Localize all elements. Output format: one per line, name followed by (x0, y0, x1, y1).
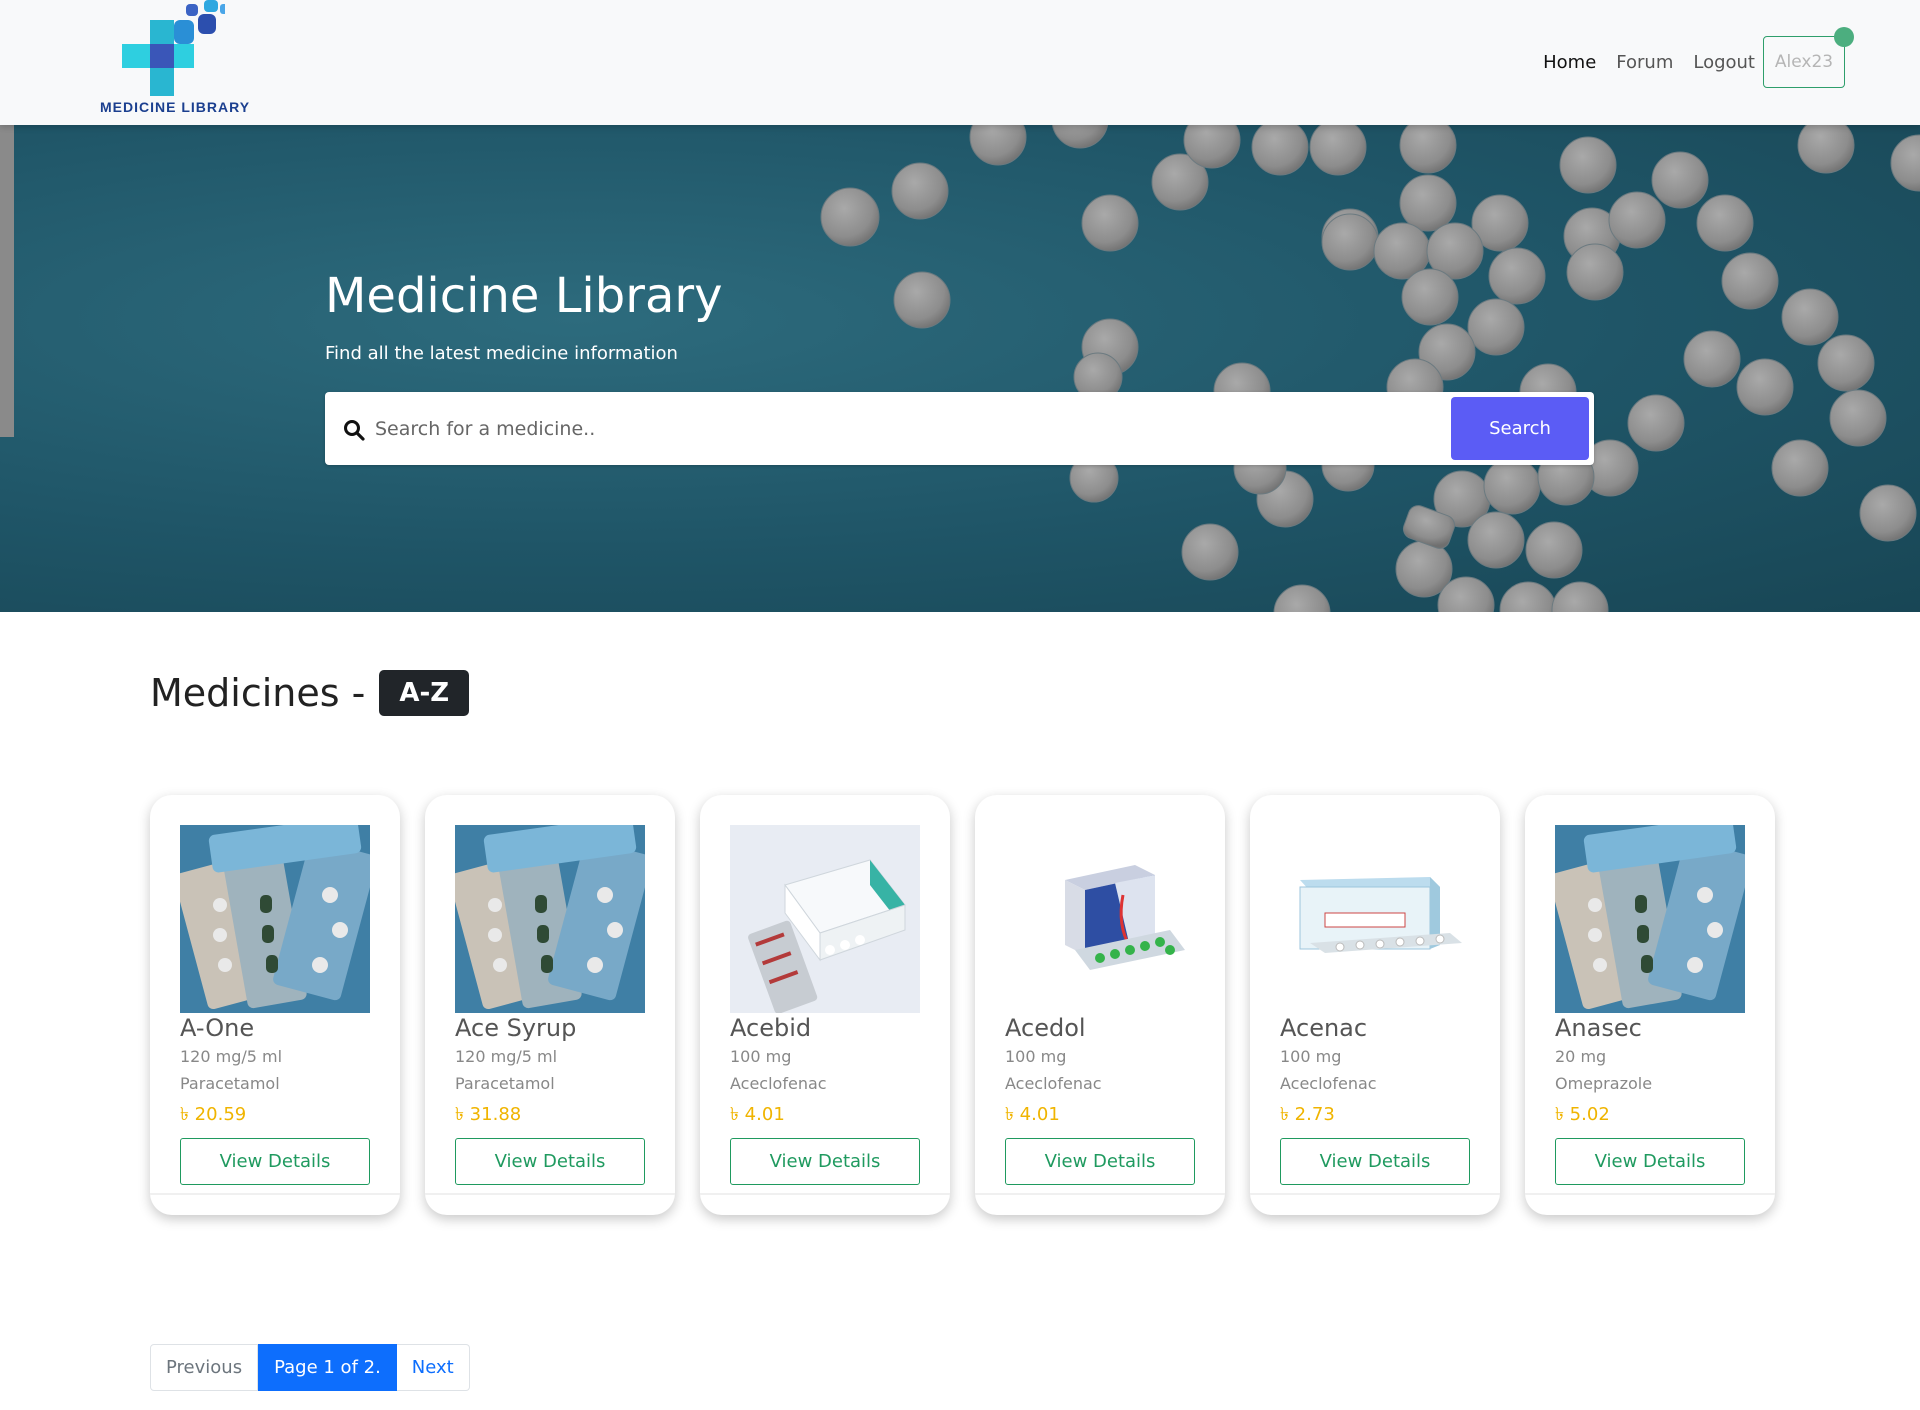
next-page-button[interactable]: Next (396, 1344, 470, 1391)
username-label: Alex23 (1774, 52, 1834, 72)
medicine-generic: Aceclofenac (730, 1074, 827, 1093)
medicine-name: A-One (180, 1014, 255, 1042)
nav-home[interactable]: Home (1543, 52, 1596, 73)
medicine-name: Acedol (1005, 1014, 1086, 1042)
view-details-button[interactable]: View Details (730, 1138, 920, 1185)
logo-text: MEDICINE LIBRARY (100, 99, 251, 115)
medicine-price: ৳ 2.73 (1280, 1104, 1335, 1125)
medicine-price: ৳ 20.59 (180, 1104, 247, 1125)
medicine-strength: 20 mg (1555, 1047, 1607, 1066)
medicine-name: Anasec (1555, 1014, 1642, 1042)
medicine-image (455, 825, 645, 1013)
navbar: MEDICINE LIBRARY Home Forum Logout Alex2… (0, 0, 1920, 125)
user-profile-button[interactable]: Alex23 (1763, 27, 1854, 88)
medicine-image (1280, 825, 1470, 1013)
medicine-card: Acedol 100 mg Aceclofenac ৳ 4.01 View De… (975, 795, 1225, 1215)
previous-page-button[interactable]: Previous (150, 1344, 259, 1391)
medicine-card: Ace Syrup 120 mg/5 ml Paracetamol ৳ 31.8… (425, 795, 675, 1215)
medicine-generic: Aceclofenac (1280, 1074, 1377, 1093)
current-page-indicator: Page 1 of 2. (258, 1344, 397, 1391)
nav-forum[interactable]: Forum (1616, 52, 1673, 73)
medicine-strength: 100 mg (1280, 1047, 1342, 1066)
medicine-name: Acenac (1280, 1014, 1368, 1042)
pills-background-image (820, 125, 1920, 612)
search-input[interactable] (373, 408, 1377, 450)
view-details-button[interactable]: View Details (180, 1138, 370, 1185)
medicine-image (730, 825, 920, 1013)
medicine-generic: Aceclofenac (1005, 1074, 1102, 1093)
card-divider (150, 1193, 400, 1195)
card-divider (700, 1193, 950, 1195)
hero-title: Medicine Library (325, 268, 723, 324)
card-divider (975, 1193, 1225, 1195)
medicine-price: ৳ 5.02 (1555, 1104, 1610, 1125)
card-divider (1250, 1193, 1500, 1195)
card-divider (1525, 1193, 1775, 1195)
section-title: Medicines - A-Z (150, 670, 470, 716)
az-badge: A-Z (379, 670, 470, 716)
medicine-strength: 100 mg (730, 1047, 792, 1066)
medicine-image (1555, 825, 1745, 1013)
hero-subtitle: Find all the latest medicine information (325, 343, 678, 364)
hero-scrollbar[interactable] (0, 125, 14, 437)
pagination: Previous Page 1 of 2. Next (150, 1344, 470, 1391)
online-status-dot (1834, 27, 1854, 47)
medicine-card-list: A-One 120 mg/5 ml Paracetamol ৳ 20.59 Vi… (150, 795, 1800, 1215)
medicine-price: ৳ 31.88 (455, 1104, 522, 1125)
view-details-button[interactable]: View Details (1280, 1138, 1470, 1185)
medicine-name: Acebid (730, 1014, 812, 1042)
search-button[interactable]: Search (1451, 397, 1589, 460)
card-divider (425, 1193, 675, 1195)
hero-banner: Medicine Library Find all the latest med… (0, 125, 1920, 612)
view-details-button[interactable]: View Details (1005, 1138, 1195, 1185)
medicine-card: Acebid 100 mg Aceclofenac ৳ 4.01 View De… (700, 795, 950, 1215)
view-details-button[interactable]: View Details (1555, 1138, 1745, 1185)
medicine-strength: 100 mg (1005, 1047, 1067, 1066)
medicine-card: A-One 120 mg/5 ml Paracetamol ৳ 20.59 Vi… (150, 795, 400, 1215)
nav-links: Home Forum Logout Alex23 (1523, 27, 1854, 88)
search-icon (344, 420, 365, 441)
search-bar: Search (325, 392, 1594, 465)
medicine-price: ৳ 4.01 (1005, 1104, 1060, 1125)
medicine-generic: Paracetamol (180, 1074, 280, 1093)
medicine-card: Acenac 100 mg Aceclofenac ৳ 2.73 View De… (1250, 795, 1500, 1215)
medicine-image (180, 825, 370, 1013)
section-title-text: Medicines - (150, 671, 366, 715)
medicine-strength: 120 mg/5 ml (180, 1047, 283, 1066)
medicine-price: ৳ 4.01 (730, 1104, 785, 1125)
medicine-name: Ace Syrup (455, 1014, 577, 1042)
medicine-generic: Omeprazole (1555, 1074, 1653, 1093)
view-details-button[interactable]: View Details (455, 1138, 645, 1185)
medicine-generic: Paracetamol (455, 1074, 555, 1093)
medicine-card: Anasec 20 mg Omeprazole ৳ 5.02 View Deta… (1525, 795, 1775, 1215)
medicine-strength: 120 mg/5 ml (455, 1047, 558, 1066)
nav-logout[interactable]: Logout (1693, 52, 1755, 73)
medicine-image (1005, 825, 1195, 1013)
